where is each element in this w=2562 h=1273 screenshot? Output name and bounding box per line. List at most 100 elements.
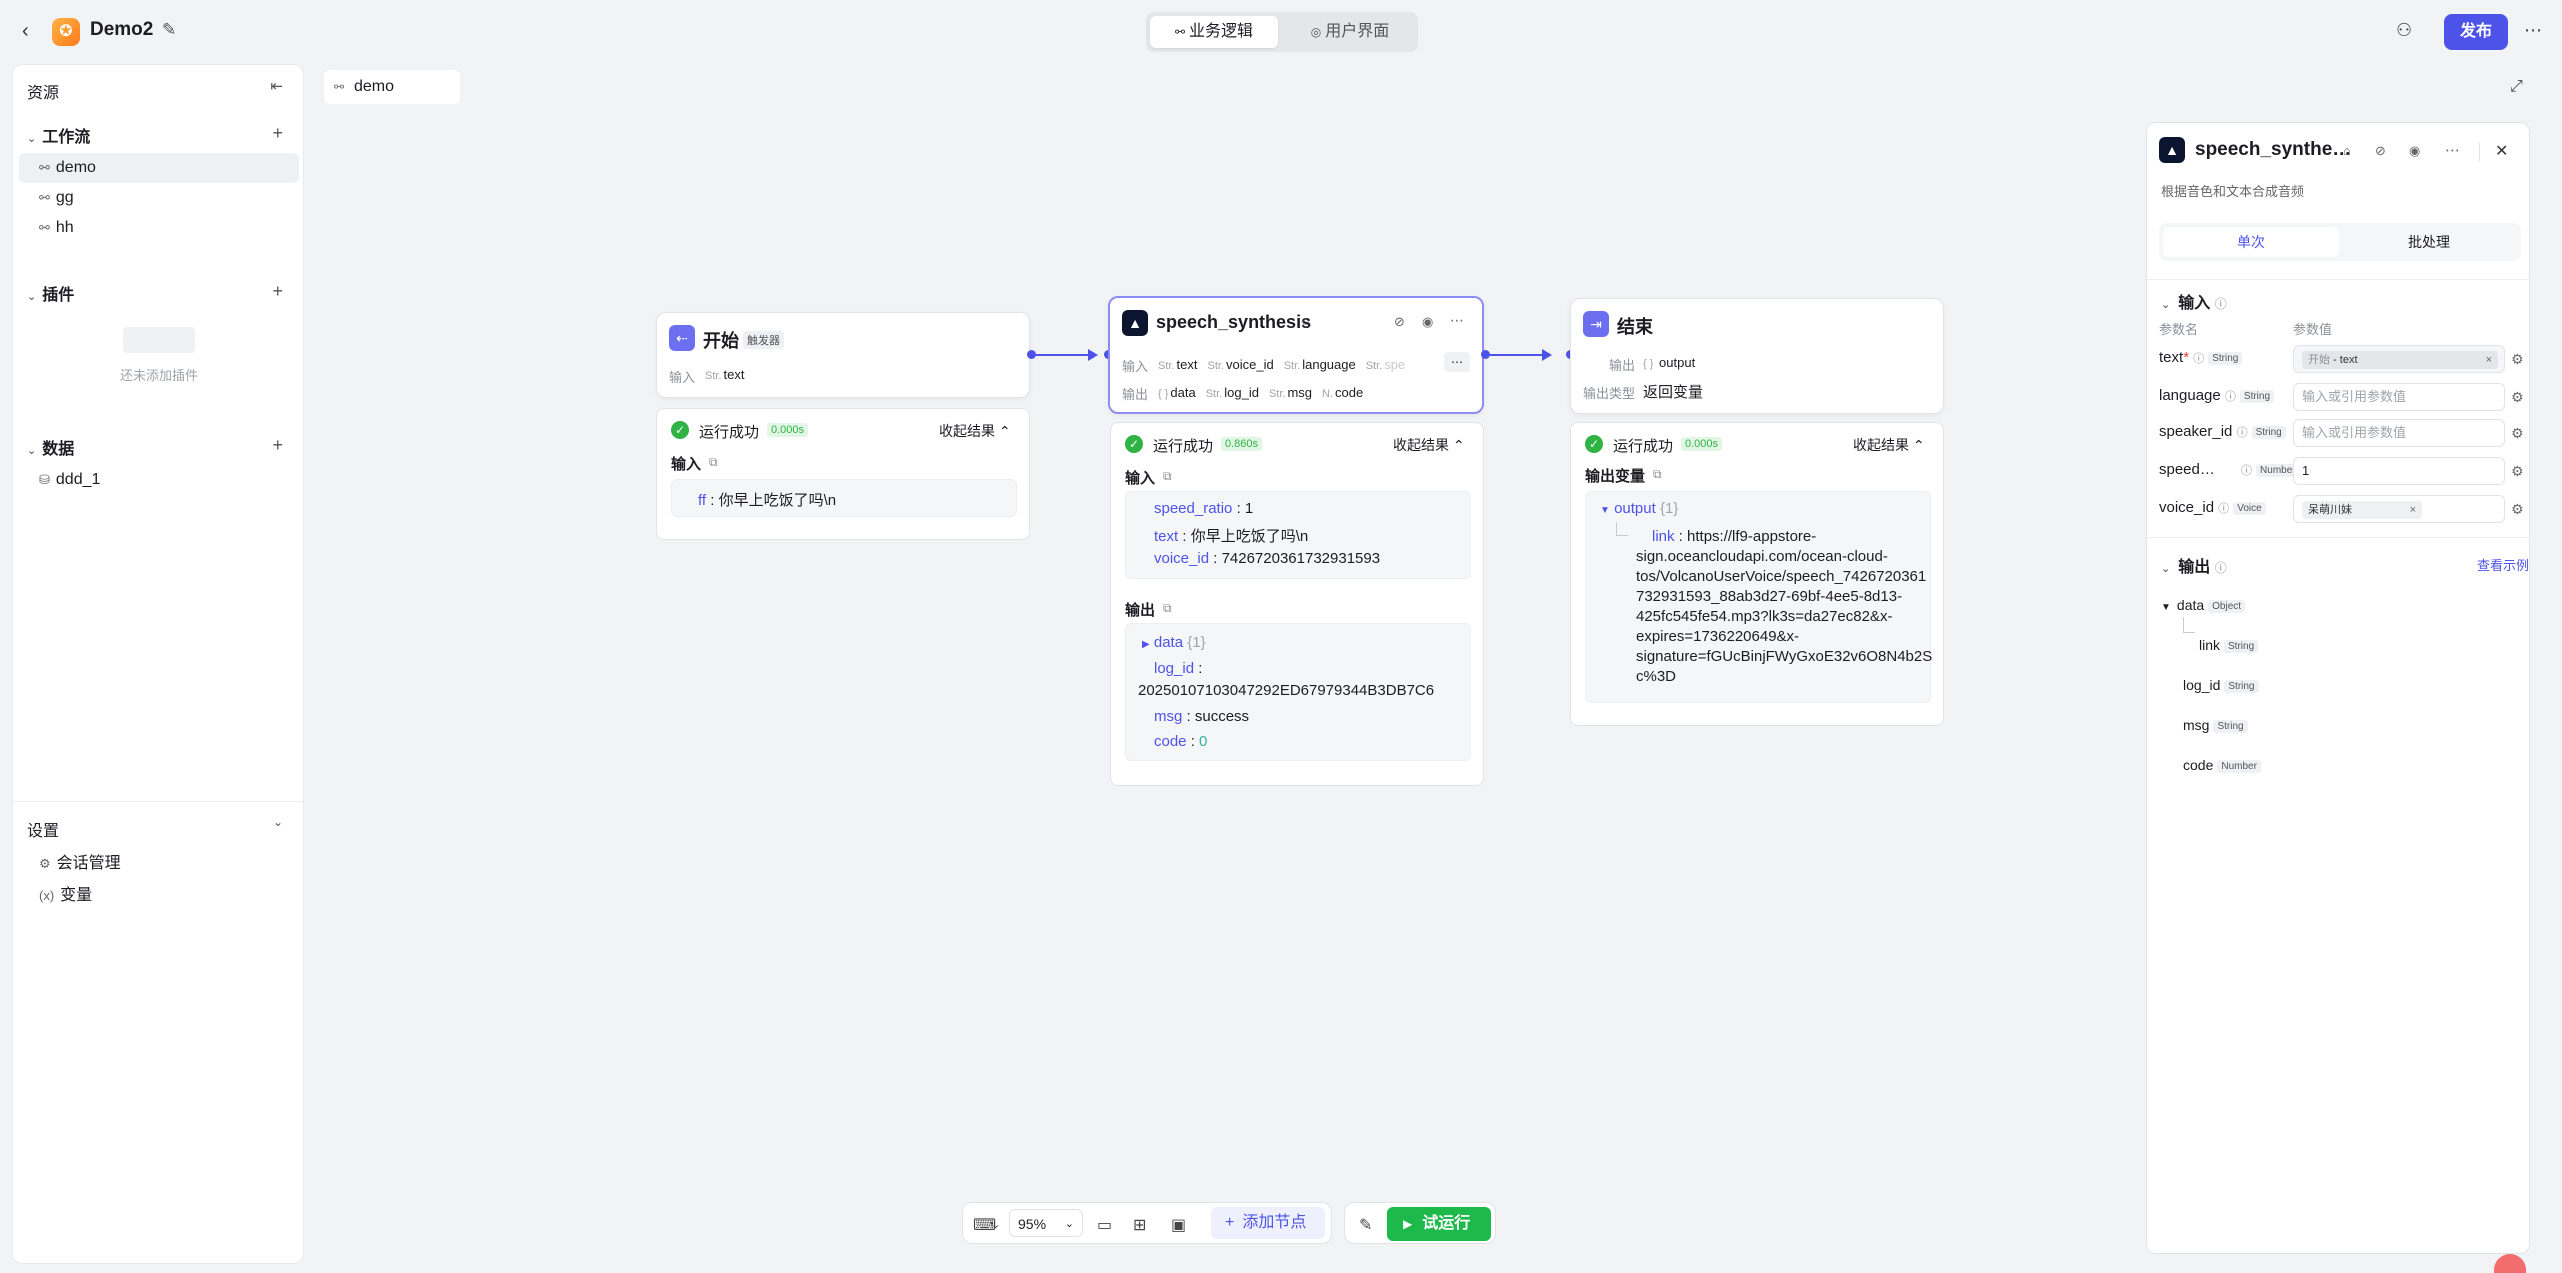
copy-icon[interactable]: ⧉	[1163, 469, 1172, 484]
panel-input-title[interactable]: ⌄ 输入 ⓘ	[2161, 289, 2227, 313]
settings-icon[interactable]: ⚙	[2511, 389, 2524, 406]
tree-line	[1616, 522, 1628, 536]
output-item-msg: msg String	[2183, 717, 2248, 733]
settings-icon[interactable]: ⚙	[2511, 463, 2524, 480]
speech-plugin-icon: ▲	[1122, 310, 1148, 336]
result-kv[interactable]: ▶ data {1}	[1142, 634, 1206, 651]
app-icon: ✪	[52, 18, 80, 46]
view-example-link[interactable]: 查看示例	[2477, 555, 2529, 574]
output-chip: { } output	[1643, 355, 1696, 370]
end-node[interactable]: ⇥ 结束 输出 { } output 输出类型 返回变量	[1570, 298, 1944, 414]
clear-icon[interactable]: ×	[2410, 501, 2416, 519]
sidebar-item-session[interactable]: ⚙ 会话管理	[19, 849, 299, 879]
back-icon[interactable]: ‹	[22, 20, 29, 43]
fullscreen-icon[interactable]: ⤢	[2510, 78, 2523, 96]
param-input-speed[interactable]: 1	[2293, 457, 2505, 485]
tab-single[interactable]: 单次	[2163, 227, 2339, 257]
tab-user-interface[interactable]: ◎ 用户界面	[1286, 16, 1414, 48]
param-input-language[interactable]: 输入或引用参数值	[2293, 383, 2505, 411]
canvas-tab-demo[interactable]: ⚯ demo	[324, 70, 460, 104]
param-input-voice-id[interactable]: 呆萌川妹 ×	[2293, 495, 2505, 523]
more-inputs-icon[interactable]: ⋯	[1444, 352, 1470, 372]
sidebar-item-ddd-1[interactable]: ⛁ ddd_1	[19, 465, 299, 495]
zoom-select[interactable]: 95% ⌄	[1009, 1209, 1083, 1237]
input-chip: Str. text	[705, 367, 745, 382]
return-type-value: 返回变量	[1643, 384, 1704, 401]
caret-down-icon: ▼	[2161, 602, 2171, 613]
add-data-icon[interactable]: +	[272, 435, 283, 456]
add-node-button[interactable]: + 添加节点	[1211, 1207, 1325, 1239]
speech-output-port[interactable]	[1481, 350, 1490, 359]
link-line: tos/VolcanoUserVoice/speech_7426720361	[1636, 568, 1927, 585]
more-icon[interactable]: ⋯	[2445, 141, 2460, 159]
palette-icon: ◎	[1310, 25, 1322, 39]
info-icon: ⓘ	[2241, 465, 2253, 477]
sidebar-item-demo[interactable]: ⚯ demo	[19, 153, 299, 183]
collapse-sidebar-icon[interactable]: ⇤	[270, 77, 283, 95]
tab-batch[interactable]: 批处理	[2341, 227, 2517, 257]
section-data[interactable]: ⌄ 数据	[27, 435, 74, 459]
settings-icon[interactable]: ⚙	[2511, 425, 2524, 442]
link-line: 425fc545fe54.mp3?lk3s=da27ec82&x-	[1636, 608, 1893, 625]
section-plugin[interactable]: ⌄ 插件	[27, 281, 74, 305]
copy-icon[interactable]: ⧉	[1653, 467, 1662, 482]
panel-output-title[interactable]: ⌄ 输出 ⓘ	[2161, 553, 2227, 577]
param-name-language: language ⓘ String	[2159, 387, 2275, 404]
more-icon[interactable]: ⋯	[2524, 20, 2542, 41]
tab-business-logic[interactable]: ⚯ 业务逻辑	[1150, 16, 1278, 48]
result-input-title: 输入	[671, 456, 702, 473]
info-icon: ⓘ	[2224, 391, 2236, 403]
edit-icon[interactable]: ✎	[162, 20, 176, 40]
more-icon[interactable]: ⋯	[1450, 312, 1464, 329]
settings-icon[interactable]: ⚙	[2511, 501, 2524, 518]
debug-off-icon[interactable]: ⊘	[2375, 143, 2386, 159]
plus-icon: +	[1225, 1214, 1235, 1231]
chevron-down-icon: ⌄	[2161, 563, 2171, 575]
speech-synthesis-node[interactable]: ▲ speech_synthesis ⌂ ⊘ ◉ ⋯ 输入 Str. text St…	[1108, 296, 1484, 414]
chevron-down-icon: ⌄	[27, 445, 37, 457]
start-output-port[interactable]	[1027, 350, 1036, 359]
add-plugin-icon[interactable]: +	[272, 281, 283, 302]
chevron-down-icon: ⌄	[2161, 299, 2171, 311]
close-icon[interactable]: ✕	[2495, 141, 2508, 161]
run-node-icon[interactable]: ◉	[1422, 314, 1433, 330]
test-run-button[interactable]: ▶ 试运行	[1387, 1207, 1491, 1241]
copy-icon[interactable]: ⧉	[709, 455, 718, 470]
input-chip: Str. text	[1158, 357, 1198, 372]
collapse-result-button[interactable]: 收起结果 ⌃	[1853, 435, 1925, 455]
comment-icon[interactable]: ▭	[1097, 1215, 1112, 1235]
copy-icon[interactable]: ⧉	[1163, 601, 1172, 616]
collapse-result-button[interactable]: 收起结果 ⌃	[939, 421, 1011, 441]
sidebar-item-variables[interactable]: (x) 变量	[19, 881, 299, 911]
debug-off-icon[interactable]: ⊘	[1394, 314, 1405, 330]
start-node[interactable]: ⇠ 开始 触发器 输入 Str. text	[656, 312, 1030, 398]
link-line: c%3D	[1636, 668, 1677, 685]
play-icon: ▶	[1403, 1217, 1413, 1231]
section-workflow[interactable]: ⌄ 工作流	[27, 123, 90, 147]
param-input-text[interactable]: 开始 - text ×	[2293, 345, 2505, 373]
panel-title: speech_synthe…	[2195, 139, 2352, 160]
output-chip: { } data	[1158, 385, 1196, 400]
layout-icon[interactable]: ⊞	[1133, 1215, 1146, 1235]
chevron-down-icon[interactable]: ⌄	[273, 815, 283, 829]
output-item-data[interactable]: ▼ data Object	[2161, 597, 2246, 613]
settings-icon[interactable]: ⚙	[2511, 351, 2524, 368]
sidebar-item-gg[interactable]: ⚯ gg	[19, 183, 299, 213]
collaborators-icon[interactable]: ⚇	[2396, 20, 2412, 41]
add-workflow-icon[interactable]: +	[272, 123, 283, 144]
output-chip: Str. msg	[1268, 385, 1313, 400]
assistant-avatar-icon[interactable]	[2494, 1254, 2526, 1273]
minimap-icon[interactable]: ▣	[1171, 1215, 1186, 1235]
sidebar-item-hh[interactable]: ⚯ hh	[19, 213, 299, 243]
edge-arrow	[1542, 349, 1552, 361]
collapse-result-button[interactable]: 收起结果 ⌃	[1393, 435, 1465, 455]
result-kv[interactable]: ▼ output {1}	[1600, 500, 1678, 517]
chevron-down-icon[interactable]: ⌄	[991, 1218, 1000, 1231]
run-node-icon[interactable]: ◉	[2409, 143, 2420, 159]
debug-icon[interactable]: ✎	[1359, 1215, 1372, 1235]
publish-button[interactable]: 发布	[2444, 14, 2508, 50]
clear-icon[interactable]: ×	[2486, 351, 2492, 369]
param-input-speaker-id[interactable]: 输入或引用参数值	[2293, 419, 2505, 447]
result-kv: code : 0	[1154, 733, 1208, 750]
canvas-toolbar: ⌨ ⌄ 95% ⌄ ▭ ⊞ ▣ + 添加节点	[962, 1202, 1332, 1244]
